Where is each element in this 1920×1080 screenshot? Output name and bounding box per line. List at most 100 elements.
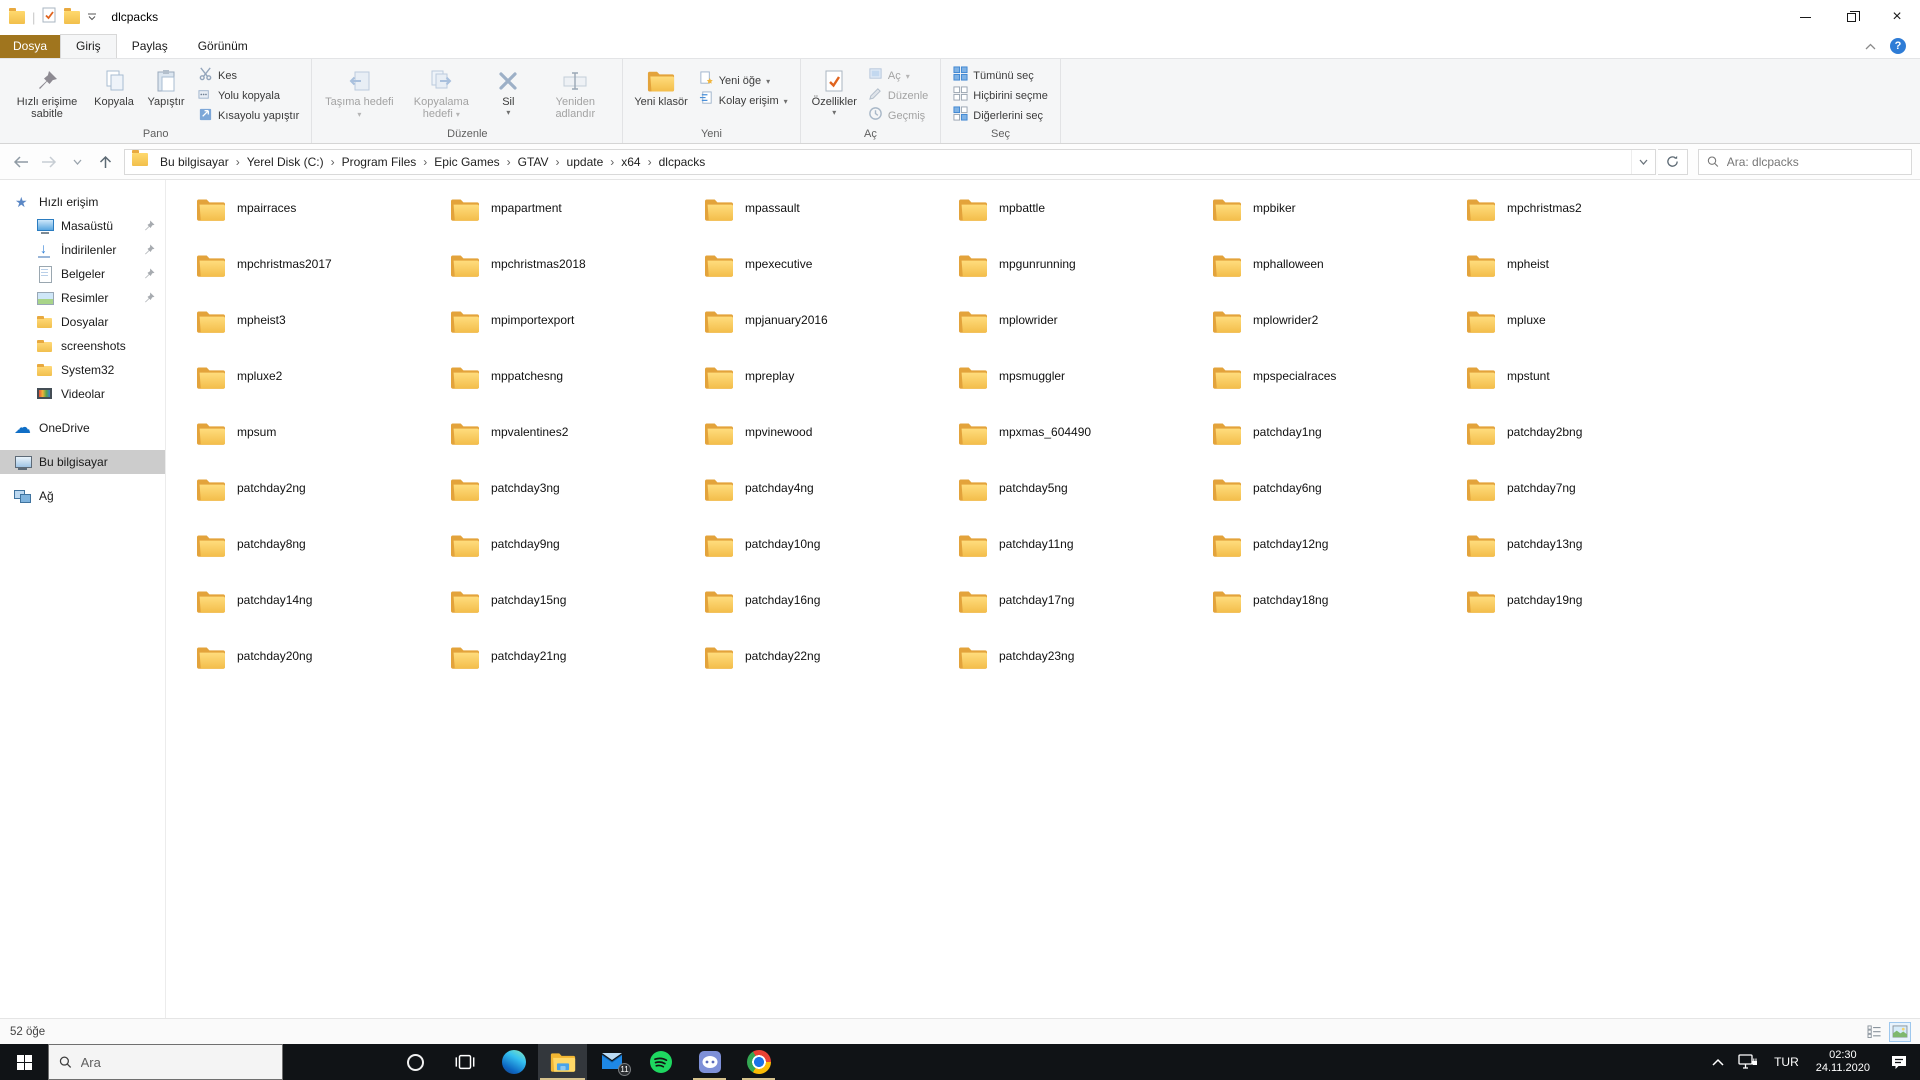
forward-button[interactable] bbox=[36, 149, 62, 175]
folder-item[interactable]: mpsmuggler bbox=[946, 366, 1200, 422]
sidebar-item-network[interactable]: Ağ bbox=[0, 484, 165, 508]
folder-item[interactable]: mpchristmas2 bbox=[1454, 198, 1708, 254]
folder-item[interactable]: patchday2bng bbox=[1454, 422, 1708, 478]
sidebar-item-desktop[interactable]: Masaüstü bbox=[0, 214, 165, 238]
spotify-button[interactable] bbox=[636, 1044, 685, 1080]
folder-item[interactable]: mpstunt bbox=[1454, 366, 1708, 422]
easy-access-button[interactable]: Kolay erişim ▾ bbox=[693, 91, 794, 111]
breadcrumb-item[interactable]: Yerel Disk (C:) bbox=[241, 151, 330, 173]
folder-item[interactable]: patchday22ng bbox=[692, 646, 946, 702]
copy-path-button[interactable]: Yolu kopyala bbox=[192, 86, 305, 106]
folder-item[interactable]: patchday4ng bbox=[692, 478, 946, 534]
folder-item[interactable]: mpexecutive bbox=[692, 254, 946, 310]
folder-item[interactable]: patchday10ng bbox=[692, 534, 946, 590]
open-button[interactable]: Aç ▾ bbox=[862, 66, 934, 86]
breadcrumb-item[interactable]: Epic Games bbox=[428, 151, 505, 173]
mail-button[interactable]: 11 bbox=[587, 1044, 636, 1080]
tab-view[interactable]: Görünüm bbox=[183, 35, 263, 58]
folder-item[interactable]: patchday6ng bbox=[1200, 478, 1454, 534]
move-to-button[interactable]: Taşıma hedefi ▾ bbox=[318, 63, 400, 123]
folder-item[interactable]: mpheist3 bbox=[184, 310, 438, 366]
paste-button[interactable]: Yapıştır bbox=[140, 63, 192, 110]
restore-button[interactable] bbox=[1828, 0, 1874, 34]
folder-item[interactable]: patchday13ng bbox=[1454, 534, 1708, 590]
folder-item[interactable]: patchday8ng bbox=[184, 534, 438, 590]
folder-item[interactable]: patchday15ng bbox=[438, 590, 692, 646]
edge-button[interactable] bbox=[489, 1044, 538, 1080]
folder-item[interactable]: patchday16ng bbox=[692, 590, 946, 646]
folder-item[interactable]: mpheist bbox=[1454, 254, 1708, 310]
invert-selection-button[interactable]: Diğerlerini seç bbox=[947, 106, 1054, 126]
pin-to-quick-access-button[interactable]: Hızlı erişime sabitle bbox=[6, 63, 88, 122]
folder-item[interactable]: mpairraces bbox=[184, 198, 438, 254]
breadcrumb-item[interactable]: dlcpacks bbox=[653, 151, 712, 173]
clock[interactable]: 02:30 24.11.2020 bbox=[1808, 1049, 1878, 1075]
tray-expand-icon[interactable] bbox=[1705, 1044, 1731, 1080]
file-explorer-button[interactable] bbox=[538, 1044, 587, 1080]
properties-button[interactable]: Özellikler ▾ bbox=[807, 63, 862, 119]
sidebar-item-this-pc[interactable]: Bu bilgisayar bbox=[0, 450, 165, 474]
breadcrumb-item[interactable]: Program Files bbox=[336, 151, 423, 173]
select-all-button[interactable]: Tümünü seç bbox=[947, 66, 1054, 86]
sidebar-item-quick-access[interactable]: Hızlı erişim bbox=[0, 190, 165, 214]
help-icon[interactable]: ? bbox=[1890, 38, 1906, 54]
copy-button[interactable]: Kopyala bbox=[88, 63, 140, 110]
folder-item[interactable]: mpbiker bbox=[1200, 198, 1454, 254]
tab-file[interactable]: Dosya bbox=[0, 35, 61, 58]
taskbar-search[interactable] bbox=[48, 1044, 283, 1080]
folder-item[interactable]: patchday7ng bbox=[1454, 478, 1708, 534]
folder-item[interactable]: mpvinewood bbox=[692, 422, 946, 478]
folder-item[interactable]: mplowrider2 bbox=[1200, 310, 1454, 366]
breadcrumb-item[interactable]: GTAV bbox=[512, 151, 555, 173]
folder-item[interactable]: mphalloween bbox=[1200, 254, 1454, 310]
sidebar-item-videos[interactable]: Videolar bbox=[0, 382, 165, 406]
paste-shortcut-button[interactable]: Kısayolu yapıştır bbox=[192, 106, 305, 126]
qat-new-folder-button[interactable] bbox=[64, 7, 81, 24]
folder-item[interactable]: patchday19ng bbox=[1454, 590, 1708, 646]
search-input[interactable] bbox=[1726, 154, 1903, 169]
action-center-icon[interactable] bbox=[1878, 1044, 1920, 1080]
folder-item[interactable]: mpgunrunning bbox=[946, 254, 1200, 310]
folder-item[interactable]: patchday11ng bbox=[946, 534, 1200, 590]
copy-to-button[interactable]: Kopyalama hedefi ▾ bbox=[400, 63, 482, 123]
qat-properties-button[interactable] bbox=[42, 7, 57, 28]
folder-item[interactable]: patchday17ng bbox=[946, 590, 1200, 646]
folder-item[interactable]: patchday5ng bbox=[946, 478, 1200, 534]
folder-item[interactable]: mplowrider bbox=[946, 310, 1200, 366]
back-button[interactable] bbox=[8, 149, 34, 175]
sidebar-item-system32[interactable]: System32 bbox=[0, 358, 165, 382]
folder-item[interactable]: mpjanuary2016 bbox=[692, 310, 946, 366]
new-folder-button[interactable]: Yeni klasör bbox=[629, 63, 692, 110]
search-box[interactable] bbox=[1698, 148, 1912, 175]
details-view-button[interactable] bbox=[1864, 1023, 1884, 1041]
folder-item[interactable]: patchday1ng bbox=[1200, 422, 1454, 478]
close-button[interactable]: × bbox=[1874, 0, 1920, 34]
folder-item[interactable]: patchday18ng bbox=[1200, 590, 1454, 646]
folder-item[interactable]: mpvalentines2 bbox=[438, 422, 692, 478]
folder-item[interactable]: patchday2ng bbox=[184, 478, 438, 534]
sidebar-item-screenshots[interactable]: screenshots bbox=[0, 334, 165, 358]
taskbar-search-input[interactable] bbox=[80, 1054, 272, 1070]
history-button[interactable]: Geçmiş bbox=[862, 106, 934, 126]
recent-locations-icon[interactable] bbox=[64, 149, 90, 175]
folder-item[interactable]: mpxmas_604490 bbox=[946, 422, 1200, 478]
refresh-button[interactable] bbox=[1658, 148, 1688, 175]
sidebar-item-onedrive[interactable]: OneDrive bbox=[0, 416, 165, 440]
up-button[interactable] bbox=[92, 149, 118, 175]
breadcrumb-item[interactable]: Bu bilgisayar bbox=[154, 151, 235, 173]
delete-button[interactable]: Sil ▾ bbox=[482, 63, 534, 119]
discord-button[interactable] bbox=[685, 1044, 734, 1080]
cut-button[interactable]: Kes bbox=[192, 66, 305, 86]
folder-item[interactable]: patchday23ng bbox=[946, 646, 1200, 702]
folder-item[interactable]: mpluxe bbox=[1454, 310, 1708, 366]
folder-item[interactable]: mpassault bbox=[692, 198, 946, 254]
tab-share[interactable]: Paylaş bbox=[117, 35, 183, 58]
sidebar-item-dosyalar[interactable]: Dosyalar bbox=[0, 310, 165, 334]
folder-item[interactable]: mpreplay bbox=[692, 366, 946, 422]
select-none-button[interactable]: Hiçbirini seçme bbox=[947, 86, 1054, 106]
rename-button[interactable]: Yeniden adlandır bbox=[534, 63, 616, 122]
breadcrumb-item[interactable]: x64 bbox=[615, 151, 646, 173]
new-item-button[interactable]: Yeni öğe ▾ bbox=[693, 71, 794, 91]
folder-item[interactable]: patchday21ng bbox=[438, 646, 692, 702]
task-view-button[interactable] bbox=[440, 1044, 489, 1080]
